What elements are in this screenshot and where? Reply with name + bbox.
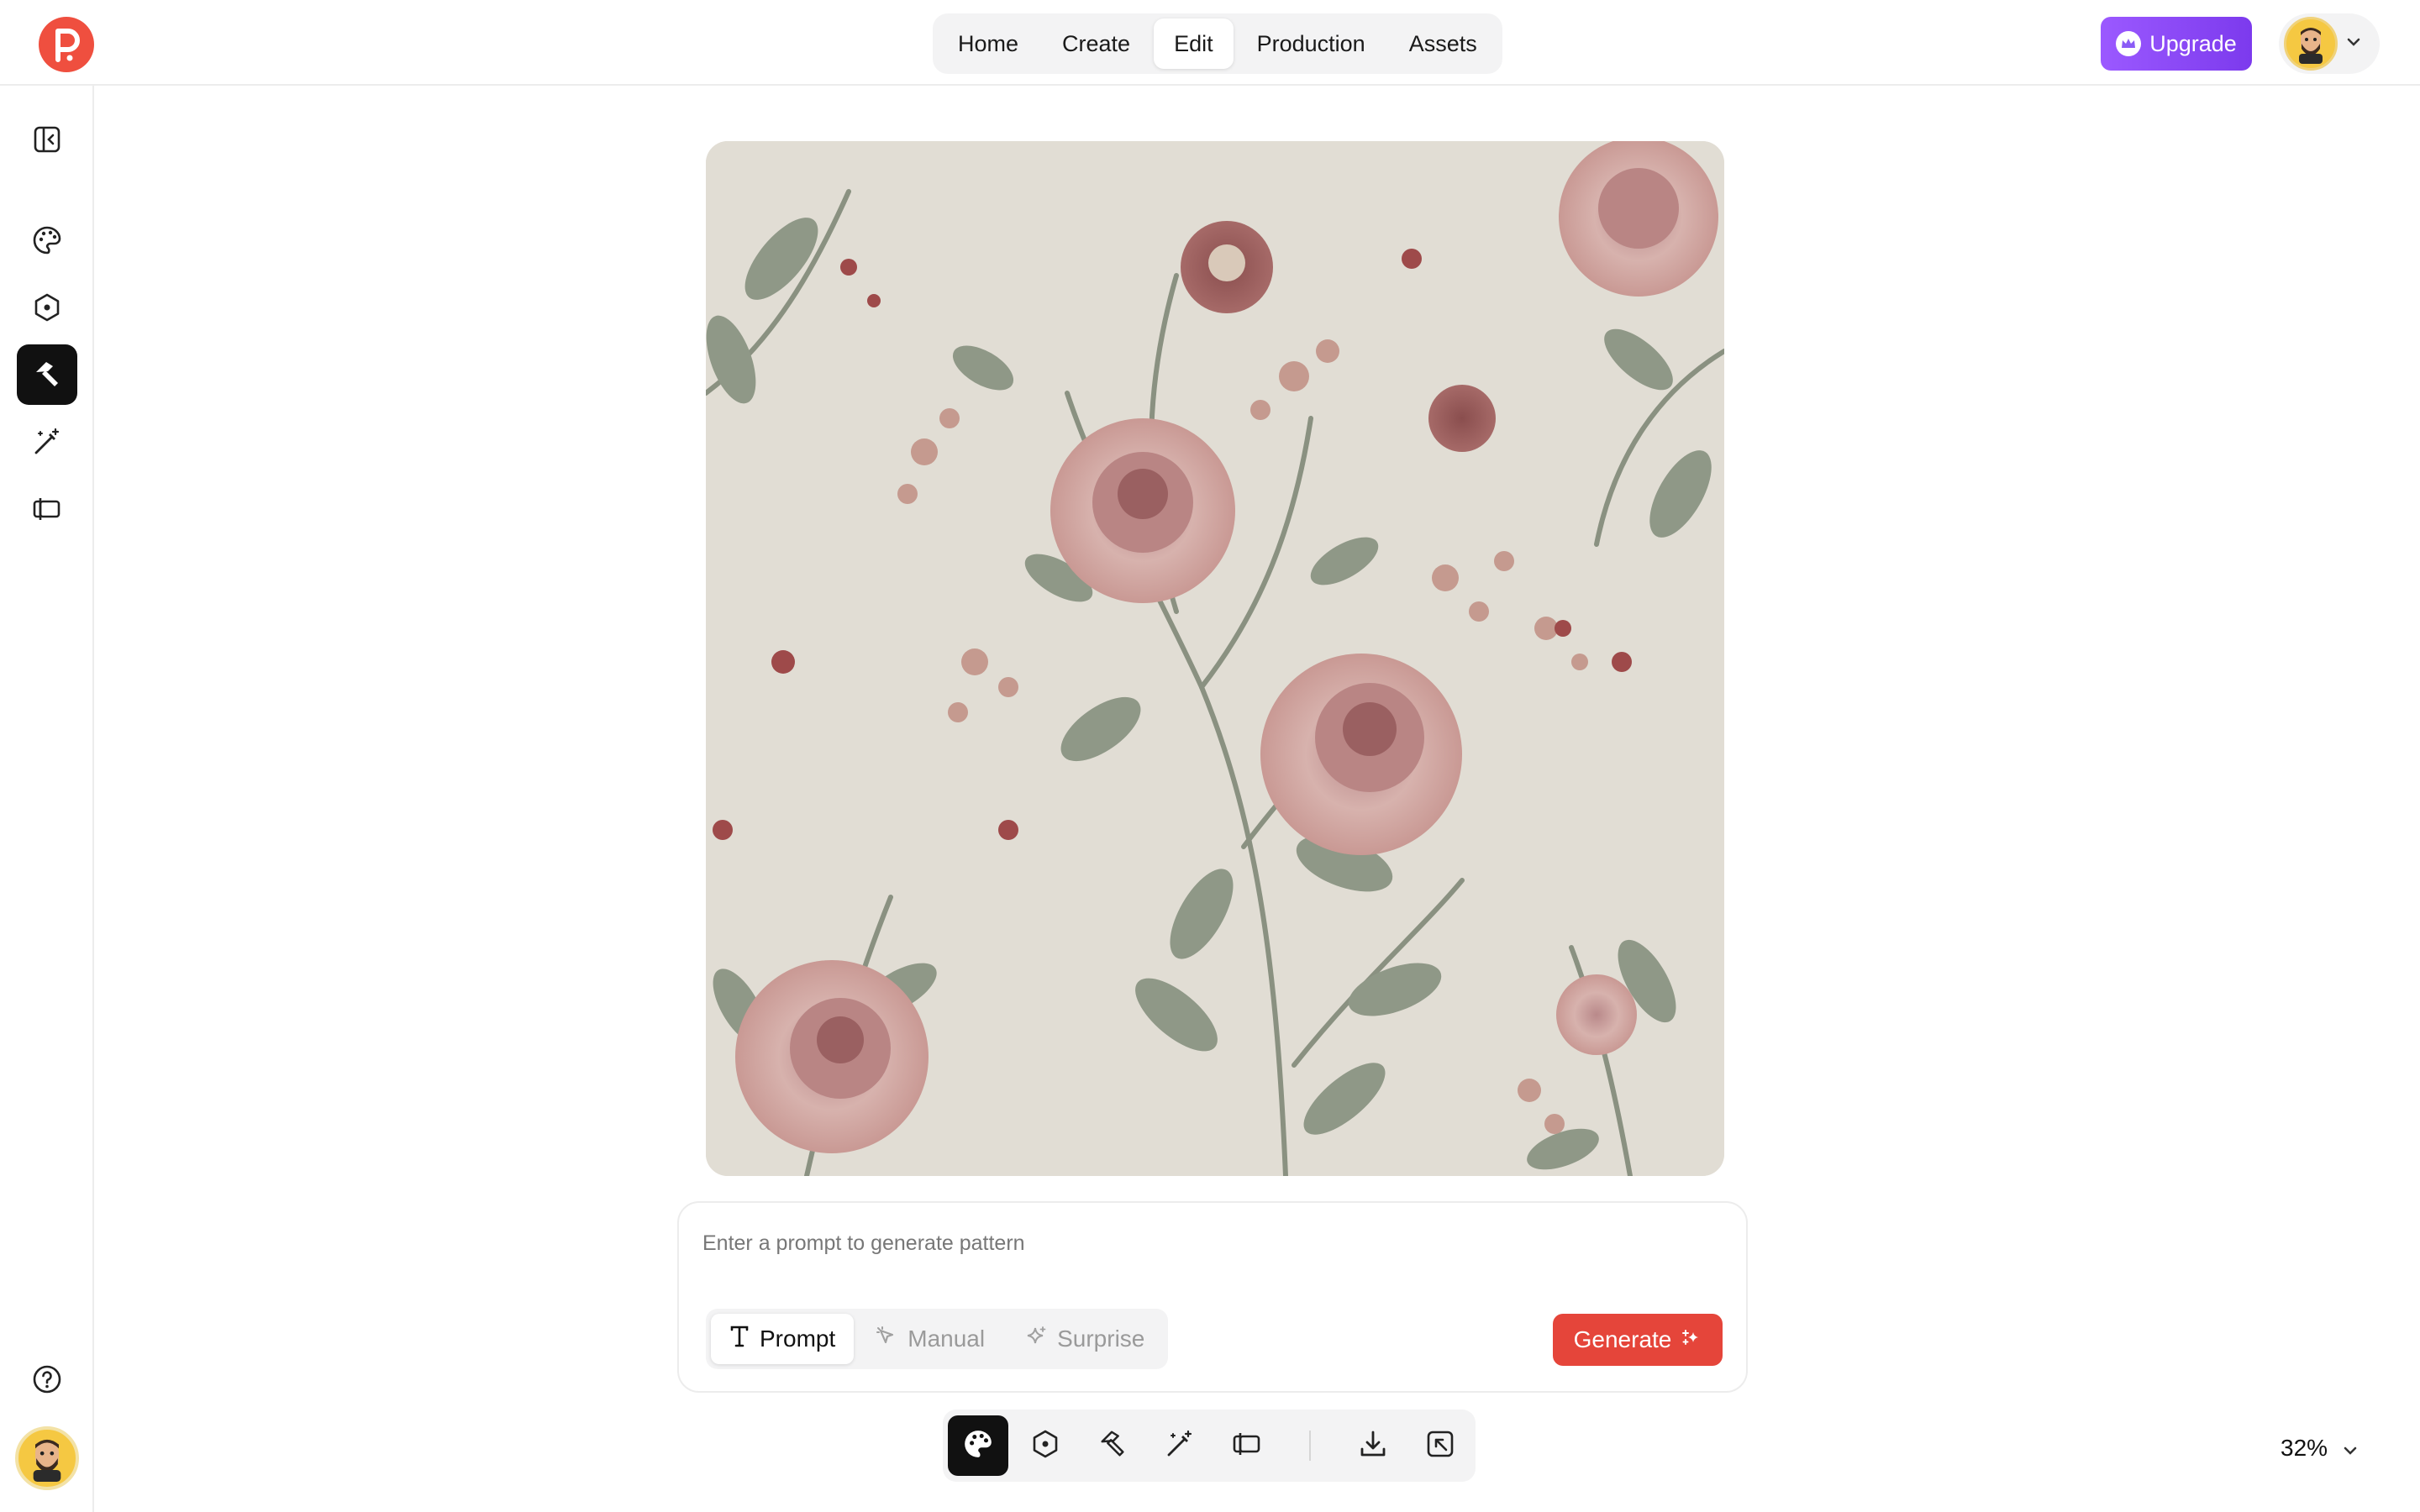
sparkle-icon — [1681, 1326, 1702, 1353]
sidebar — [0, 86, 94, 1512]
mode-prompt-label: Prompt — [760, 1326, 836, 1352]
prompt-mode-switch: Prompt Manual Surprise — [706, 1309, 1169, 1369]
mode-surprise-label: Surprise — [1057, 1326, 1145, 1352]
export-icon — [1425, 1429, 1455, 1463]
avatar — [2284, 17, 2338, 71]
pattern-canvas[interactable] — [706, 141, 1724, 1176]
main-nav: Home Create Edit Production Assets — [933, 13, 1502, 74]
hammer-icon[interactable] — [17, 344, 77, 405]
p-logo-icon[interactable] — [39, 17, 94, 72]
repeat-pattern-icon — [1231, 1429, 1263, 1463]
upgrade-button[interactable]: Upgrade — [2101, 17, 2252, 71]
chevron-down-icon — [2346, 36, 2361, 51]
crown-icon — [2116, 31, 2142, 56]
export-button[interactable] — [1410, 1415, 1470, 1476]
repeat-pattern-tool[interactable] — [1217, 1415, 1277, 1476]
bottom-toolbar — [943, 1410, 1476, 1482]
hexagon-tool[interactable] — [1015, 1415, 1076, 1476]
palette-tool[interactable] — [948, 1415, 1008, 1476]
hexagon-icon[interactable] — [17, 277, 77, 338]
nav-production[interactable]: Production — [1237, 18, 1386, 69]
nav-home[interactable]: Home — [938, 18, 1039, 69]
repeat-pattern-icon[interactable] — [17, 479, 77, 539]
sparkle-icon — [1025, 1326, 1047, 1353]
mode-prompt[interactable]: Prompt — [711, 1314, 855, 1364]
hammer-tool[interactable] — [1082, 1415, 1143, 1476]
mode-manual-label: Manual — [908, 1326, 986, 1352]
hammer-icon — [1097, 1428, 1128, 1464]
pointer-icon — [876, 1326, 897, 1353]
hexagon-icon — [1030, 1429, 1060, 1463]
collapse-sidebar-icon[interactable] — [17, 109, 77, 170]
download-button[interactable] — [1343, 1415, 1403, 1476]
zoom-value: 32% — [2281, 1435, 2328, 1461]
magic-wand-icon[interactable] — [17, 412, 77, 472]
generate-button[interactable]: Generate — [1553, 1314, 1723, 1366]
nav-edit[interactable]: Edit — [1154, 18, 1234, 69]
generate-label: Generate — [1573, 1326, 1672, 1352]
top-bar: Home Create Edit Production Assets Upgra… — [0, 0, 2420, 86]
palette-icon — [962, 1428, 994, 1464]
magic-wand-tool[interactable] — [1150, 1415, 1210, 1476]
nav-create[interactable]: Create — [1042, 18, 1150, 69]
floral-pattern-image — [706, 141, 1724, 1176]
toolbar-divider — [1309, 1431, 1311, 1461]
mode-surprise[interactable]: Surprise — [1007, 1314, 1163, 1364]
zoom-control[interactable]: 32% — [2281, 1428, 2358, 1468]
chevron-down-icon — [2343, 1435, 2358, 1462]
sidebar-avatar[interactable] — [15, 1426, 79, 1490]
mode-manual[interactable]: Manual — [857, 1314, 1003, 1364]
download-icon — [1358, 1429, 1388, 1463]
nav-assets[interactable]: Assets — [1389, 18, 1497, 69]
account-menu[interactable] — [2279, 13, 2380, 74]
text-t-icon — [729, 1326, 750, 1353]
prompt-input[interactable] — [702, 1225, 1711, 1262]
palette-icon[interactable] — [17, 210, 77, 270]
prompt-panel: Prompt Manual Surprise Generate — [677, 1201, 1748, 1393]
magic-wand-icon — [1165, 1429, 1195, 1463]
upgrade-label: Upgrade — [2149, 30, 2237, 56]
help-icon[interactable] — [17, 1349, 77, 1410]
